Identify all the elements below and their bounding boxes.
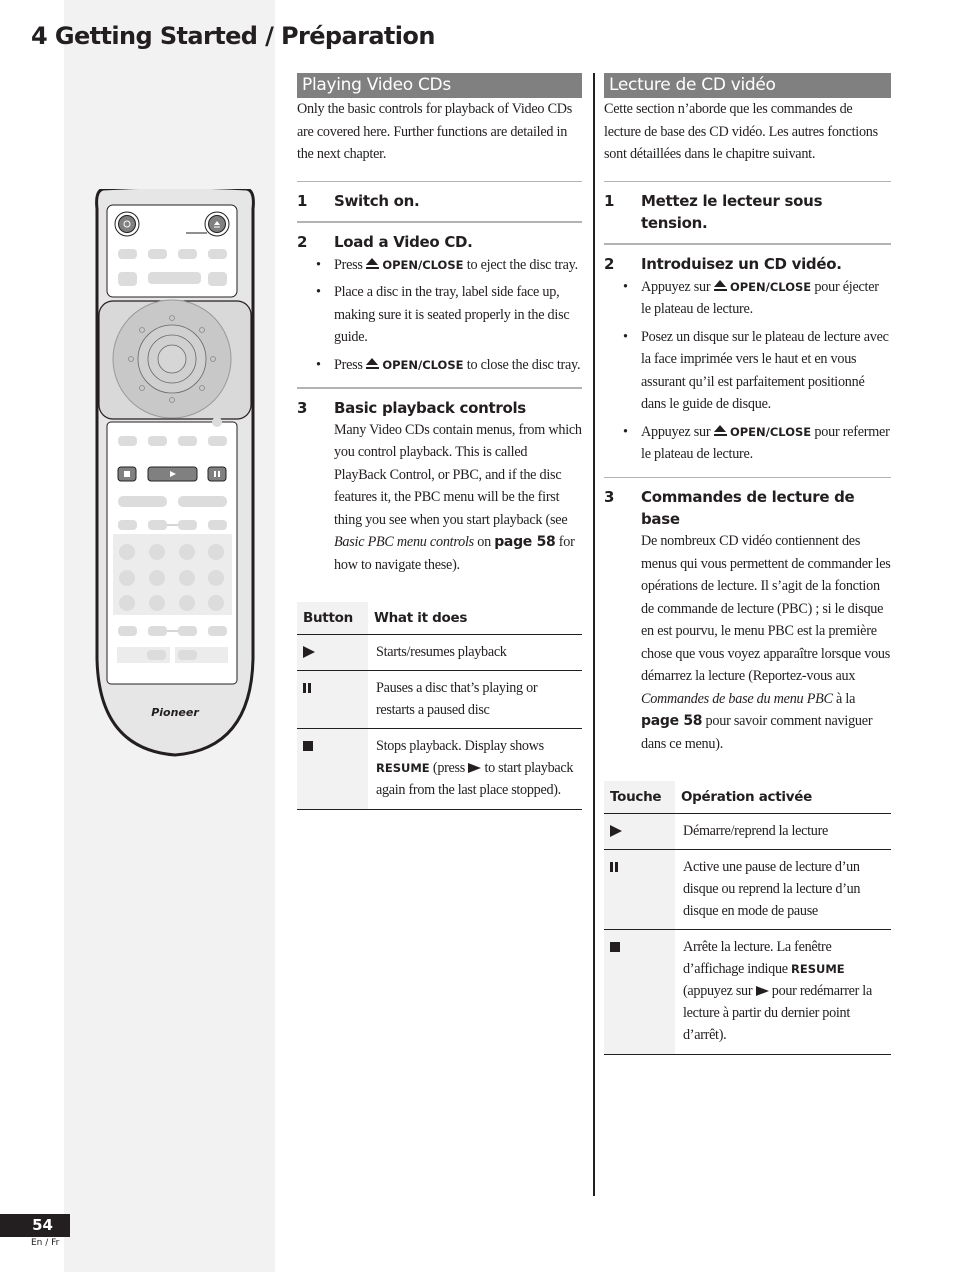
- power-icon: [114, 211, 140, 237]
- pause-icon: [610, 861, 619, 872]
- list-item: Press OPEN/CLOSE to close the disc tray.: [316, 354, 582, 377]
- table-row: Stops playback. Display shows RESUME (pr…: [297, 728, 582, 810]
- table-row: Démarre/reprend la lecture: [604, 813, 891, 850]
- divider: [604, 243, 891, 245]
- table-header: What it does: [368, 602, 582, 635]
- stop-icon: [303, 740, 313, 751]
- stop-icon: [117, 466, 137, 482]
- table-row: Pauses a disc that’s playing or restarts…: [297, 670, 582, 729]
- eject-icon: [366, 257, 380, 270]
- play-icon: [610, 824, 622, 837]
- list-item: Place a disc in the tray, label side fac…: [316, 281, 582, 349]
- load-instructions-list: Press OPEN/CLOSE to eject the disc tray.…: [297, 254, 582, 377]
- brand-logo: Pioneer: [151, 706, 199, 719]
- list-item: Press OPEN/CLOSE to eject the disc tray.: [316, 254, 582, 277]
- page-number: 54: [0, 1214, 70, 1237]
- column-divider: [593, 73, 595, 1196]
- page-reference-link[interactable]: page 58: [494, 534, 556, 550]
- play-icon: [147, 466, 198, 482]
- play-icon: [303, 645, 315, 658]
- intro-text: Cette section n’aborde que les commandes…: [604, 101, 878, 162]
- divider: [604, 180, 891, 182]
- step-3-body: De nombreux CD vidéo contiennent des men…: [641, 533, 891, 752]
- eject-icon: [204, 211, 230, 237]
- table-row: Starts/resumes playback: [297, 634, 582, 671]
- divider: [604, 476, 891, 478]
- eject-icon: [713, 279, 727, 292]
- stop-icon: [610, 941, 620, 952]
- play-icon: [755, 986, 769, 996]
- table-header: Touche: [604, 781, 675, 814]
- section-title: Playing Video CDs: [297, 73, 582, 98]
- page-reference-link[interactable]: page 58: [641, 713, 703, 729]
- list-item: Posez un disque sur le plateau de lectur…: [623, 326, 891, 416]
- remote-control-illustration: Pioneer: [95, 189, 255, 757]
- chapter-title: 4 Getting Started / Préparation: [31, 22, 435, 50]
- load-instructions-list: Appuyez sur OPEN/CLOSE pour éjecter le p…: [604, 276, 891, 466]
- table-header: Opération activée: [675, 781, 891, 814]
- table-row: Arrête la lecture. La fenêtre d’affichag…: [604, 929, 891, 1055]
- step-2: 2 Introduisez un CD vidéo.: [604, 254, 842, 273]
- divider: [297, 221, 582, 223]
- step-1: 1 Switch on.: [297, 192, 420, 210]
- divider: [297, 180, 582, 182]
- french-column: Lecture de CD vidéo Cette section n’abor…: [604, 73, 891, 1055]
- list-item: Appuyez sur OPEN/CLOSE pour éjecter le p…: [623, 276, 891, 321]
- pause-icon: [303, 682, 312, 693]
- step-3-body: Many Video CDs contain menus, from which…: [334, 421, 582, 573]
- step-2: 2 Load a Video CD.: [297, 232, 473, 251]
- button-table: Touche Opération activée Démarre/reprend…: [604, 781, 891, 1055]
- language-label: En / Fr: [31, 1238, 60, 1248]
- eject-icon: [713, 424, 727, 437]
- section-title: Lecture de CD vidéo: [604, 73, 891, 98]
- pause-icon: [207, 466, 227, 482]
- eject-icon: [366, 357, 380, 370]
- intro-text: Only the basic controls for playback of …: [297, 101, 573, 162]
- step-3: 3 Commandes de lecture de base: [604, 488, 855, 528]
- play-icon: [468, 763, 482, 773]
- english-column: Playing Video CDs Only the basic control…: [297, 73, 582, 810]
- step-3: 3 Basic playback controls: [297, 398, 526, 417]
- table-row: Active une pause de lecture d’un disque …: [604, 849, 891, 930]
- list-item: Appuyez sur OPEN/CLOSE pour refermer le …: [623, 421, 891, 466]
- divider: [297, 387, 582, 389]
- table-header: Button: [297, 602, 368, 635]
- step-1: 1 Mettez le lecteur sous tension.: [604, 192, 823, 232]
- button-table: Button What it does Starts/resumes playb…: [297, 602, 582, 810]
